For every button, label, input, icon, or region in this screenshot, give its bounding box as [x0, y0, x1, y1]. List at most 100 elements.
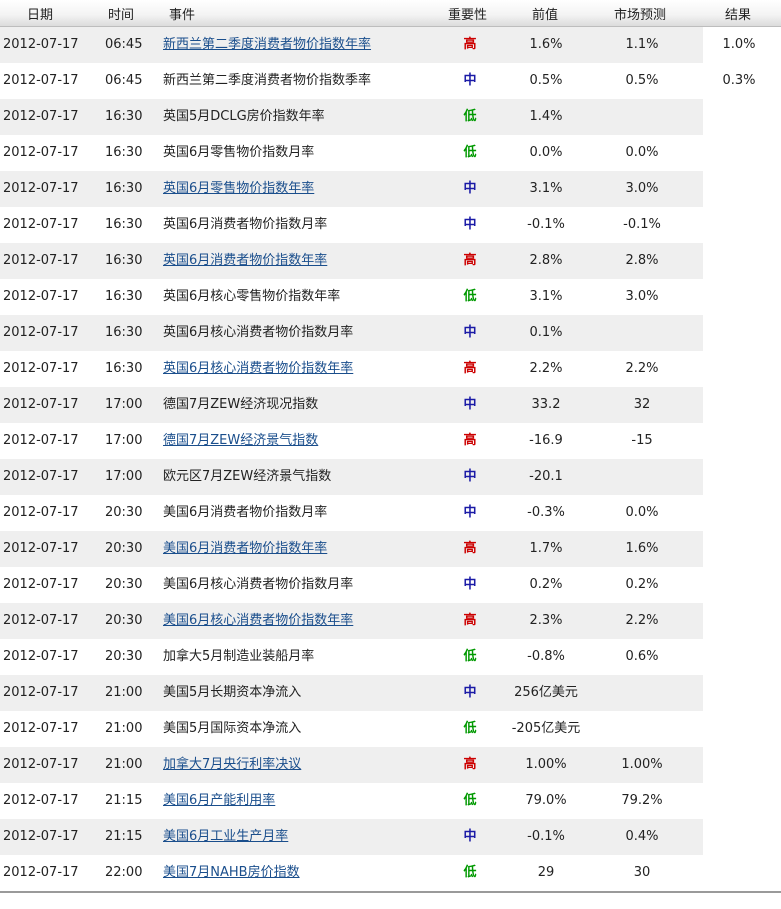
- event-link[interactable]: 新西兰第二季度消费者物价指数年率: [163, 36, 371, 54]
- event-link[interactable]: 美国7月NAHB房价指数: [163, 864, 300, 882]
- table-row: 2012-07-17 16:30 英国5月DCLG房价指数年率 低 1.4%: [0, 99, 781, 135]
- cell-event: 美国6月核心消费者物价指数月率: [163, 577, 354, 592]
- cell-date: 2012-07-17: [3, 181, 79, 196]
- header-previous: 前值: [532, 8, 559, 23]
- cell-time: 16:30: [105, 325, 143, 340]
- cell-forecast: 0.0%: [625, 505, 659, 520]
- cell-forecast: 30: [633, 865, 651, 880]
- event-link[interactable]: 美国6月消费者物价指数年率: [163, 540, 327, 558]
- cell-previous: 2.3%: [529, 613, 563, 628]
- cell-previous: 0.2%: [529, 577, 563, 592]
- cell-date: 2012-07-17: [3, 829, 79, 844]
- cell-event: 加拿大5月制造业装船月率: [163, 649, 315, 664]
- importance-badge: 中: [463, 73, 477, 88]
- cell-previous: 1.4%: [529, 109, 563, 124]
- cell-time: 16:30: [105, 109, 143, 124]
- event-link[interactable]: 德国7月ZEW经济景气指数: [163, 432, 318, 450]
- importance-badge: 高: [463, 37, 477, 52]
- cell-previous: 0.5%: [529, 73, 563, 88]
- event-link[interactable]: 美国6月产能利用率: [163, 792, 275, 810]
- cell-previous: -0.1%: [527, 829, 565, 844]
- cell-time: 16:30: [105, 181, 143, 196]
- economic-calendar-table: 日期 时间 事件 重要性 前值 市场预测 结果 2012-07-17 06:45 新…: [0, 0, 781, 909]
- cell-date: 2012-07-17: [3, 649, 79, 664]
- event-link[interactable]: 美国6月工业生产月率: [163, 828, 288, 846]
- table-row: 2012-07-17 16:30 英国6月核心消费者物价指数月率 中 0.1%: [0, 315, 781, 351]
- cell-date: 2012-07-17: [3, 613, 79, 628]
- table-row: 2012-07-17 16:30 英国6月零售物价指数月率 低 0.0% 0.0%: [0, 135, 781, 171]
- cell-forecast: 0.5%: [625, 73, 659, 88]
- table-row: 2012-07-17 21:15 美国6月产能利用率 低 79.0% 79.2%: [0, 783, 781, 819]
- cell-date: 2012-07-17: [3, 109, 79, 124]
- table-row: 2012-07-17 16:30 英国6月消费者物价指数年率 高 2.8% 2.8%: [0, 243, 781, 279]
- importance-badge: 高: [463, 541, 477, 556]
- event-link[interactable]: 英国6月消费者物价指数年率: [163, 252, 327, 270]
- table-row: 2012-07-17 17:00 德国7月ZEW经济景气指数 高 -16.9 -15: [0, 423, 781, 459]
- table-row: 2012-07-17 06:45 新西兰第二季度消费者物价指数季率 中 0.5% 0.5%…: [0, 63, 781, 99]
- cell-previous: -0.8%: [527, 649, 565, 664]
- cell-event: 美国6月消费者物价指数月率: [163, 505, 328, 520]
- table-row: 2012-07-17 16:30 英国6月零售物价指数年率 中 3.1% 3.0%: [0, 171, 781, 207]
- cell-date: 2012-07-17: [3, 217, 79, 232]
- cell-result: 0.3%: [722, 73, 756, 88]
- importance-badge: 中: [463, 181, 477, 196]
- table-row: 2012-07-17 16:30 英国6月核心零售物价指数年率 低 3.1% 3.0%: [0, 279, 781, 315]
- cell-forecast: 79.2%: [621, 793, 663, 808]
- importance-badge: 低: [463, 109, 477, 124]
- cell-event: 英国6月消费者物价指数月率: [163, 217, 328, 232]
- cell-forecast: 0.6%: [625, 649, 659, 664]
- importance-badge: 中: [463, 685, 477, 700]
- cell-time: 17:00: [105, 397, 143, 412]
- cell-time: 21:00: [105, 757, 143, 772]
- event-link[interactable]: 英国6月零售物价指数年率: [163, 180, 314, 198]
- cell-previous: -0.3%: [527, 505, 565, 520]
- cell-event: 英国5月DCLG房价指数年率: [163, 109, 325, 124]
- cell-previous: -205亿美元: [511, 721, 581, 736]
- importance-badge: 中: [463, 469, 477, 484]
- cell-forecast: 1.1%: [625, 37, 659, 52]
- importance-badge: 高: [463, 253, 477, 268]
- table-row: 2012-07-17 17:00 欧元区7月ZEW经济景气指数 中 -20.1: [0, 459, 781, 495]
- table-row: 2012-07-17 20:30 美国6月消费者物价指数年率 高 1.7% 1.6%: [0, 531, 781, 567]
- cell-date: 2012-07-17: [3, 253, 79, 268]
- cell-previous: 3.1%: [529, 181, 563, 196]
- cell-event: 英国6月零售物价指数月率: [163, 145, 315, 160]
- cell-forecast: 2.8%: [625, 253, 659, 268]
- cell-date: 2012-07-17: [3, 469, 79, 484]
- table-body: 2012-07-17 06:45 新西兰第二季度消费者物价指数年率高 1.6% 1.1%…: [0, 27, 781, 893]
- cell-previous: 0.0%: [529, 145, 563, 160]
- importance-badge: 中: [463, 577, 477, 592]
- cell-date: 2012-07-17: [3, 325, 79, 340]
- cell-forecast: -15: [631, 433, 653, 448]
- cell-previous: 79.0%: [525, 793, 567, 808]
- importance-badge: 低: [463, 289, 477, 304]
- cell-previous: 1.7%: [529, 541, 563, 556]
- cell-time: 06:45: [105, 37, 143, 52]
- header-date: 日期: [27, 8, 54, 23]
- importance-badge: 低: [463, 793, 477, 808]
- cell-previous: 2.8%: [529, 253, 563, 268]
- cell-date: 2012-07-17: [3, 397, 79, 412]
- cell-previous: 33.2: [531, 397, 561, 412]
- cell-date: 2012-07-17: [3, 289, 79, 304]
- cell-forecast: 0.4%: [625, 829, 659, 844]
- importance-badge: 低: [463, 649, 477, 664]
- table-row: 2012-07-17 20:30 美国6月核心消费者物价指数年率 高 2.3% 2.2%: [0, 603, 781, 639]
- event-link[interactable]: 加拿大7月央行利率决议: [163, 756, 301, 774]
- header-forecast: 市场预测: [614, 8, 667, 23]
- event-link[interactable]: 美国6月核心消费者物价指数年率: [163, 612, 353, 630]
- header-result: 结果: [725, 8, 752, 23]
- table-row: 2012-07-17 21:00 美国5月国际资本净流入 低 -205亿美元: [0, 711, 781, 747]
- importance-badge: 中: [463, 325, 477, 340]
- cell-date: 2012-07-17: [3, 37, 79, 52]
- cell-date: 2012-07-17: [3, 685, 79, 700]
- cell-event: 英国6月核心零售物价指数年率: [163, 289, 341, 304]
- cell-previous: 1.6%: [529, 37, 563, 52]
- cell-event: 英国6月核心消费者物价指数月率: [163, 325, 354, 340]
- cell-event: 德国7月ZEW经济现况指数: [163, 397, 319, 412]
- cell-time: 20:30: [105, 541, 143, 556]
- event-link[interactable]: 英国6月核心消费者物价指数年率: [163, 360, 353, 378]
- cell-forecast: 0.0%: [625, 145, 659, 160]
- cell-time: 20:30: [105, 649, 143, 664]
- cell-forecast: 32: [633, 397, 651, 412]
